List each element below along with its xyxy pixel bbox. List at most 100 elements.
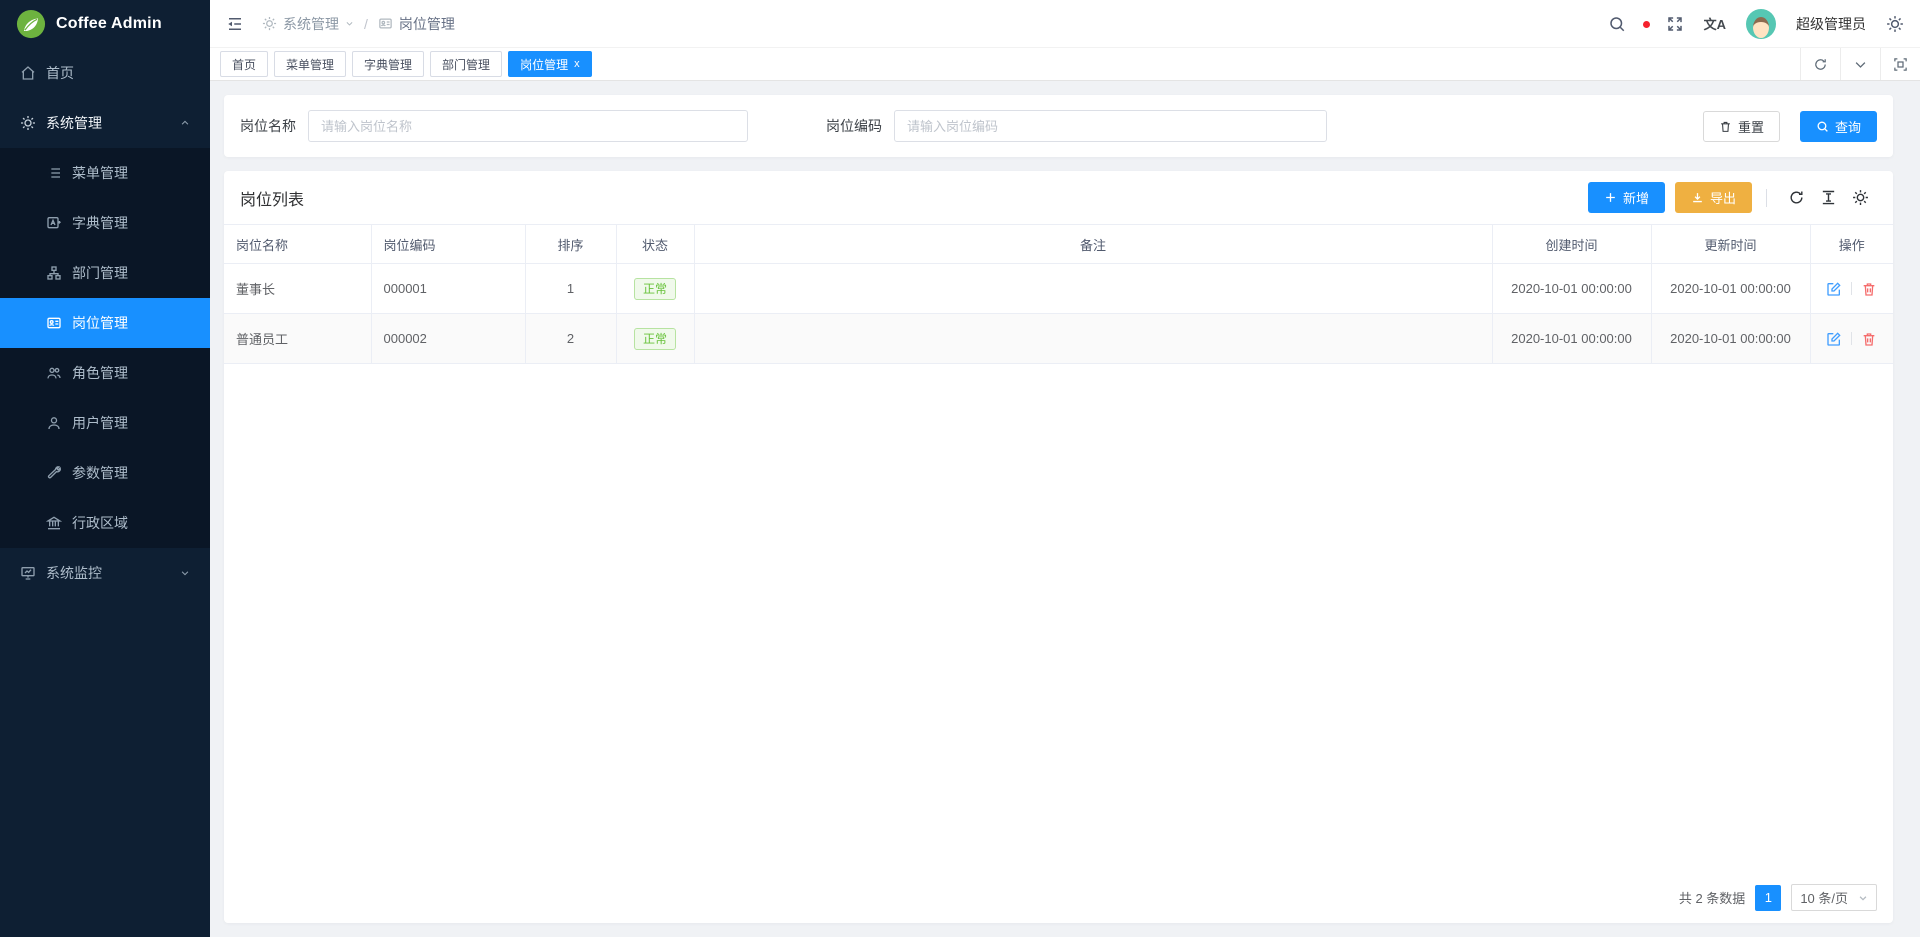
- delete-trash-icon[interactable]: [1861, 281, 1877, 297]
- page-number-button[interactable]: 1: [1755, 885, 1781, 911]
- sidebar-item-dept-mgmt[interactable]: 部门管理: [0, 248, 210, 298]
- col-header-code: 岗位编码: [371, 225, 525, 264]
- sidebar-item-label: 部门管理: [72, 263, 128, 283]
- action-divider: [1851, 332, 1852, 345]
- post-code-input[interactable]: [894, 110, 1327, 142]
- post-list-card: 岗位列表 新增 导出: [224, 171, 1893, 923]
- sidebar-item-home[interactable]: 首页: [0, 48, 210, 98]
- monitor-board-icon: [20, 565, 36, 581]
- sidebar-item-param-mgmt[interactable]: 参数管理: [0, 448, 210, 498]
- tabbar: 首页 菜单管理 字典管理 部门管理 岗位管理 x: [210, 48, 1920, 81]
- export-button[interactable]: 导出: [1675, 182, 1752, 213]
- tab-home[interactable]: 首页: [220, 51, 268, 77]
- add-button[interactable]: 新增: [1588, 182, 1665, 213]
- export-label: 导出: [1710, 188, 1736, 207]
- translate-icon[interactable]: 文A: [1704, 14, 1726, 33]
- status-badge: 正常: [634, 278, 676, 300]
- breadcrumb-separator: /: [364, 16, 368, 32]
- app-logo: Coffee Admin: [0, 0, 210, 48]
- tab-menu-mgmt[interactable]: 菜单管理: [274, 51, 346, 77]
- sidebar: Coffee Admin 首页 系统管理 菜单管理 字典管理: [0, 0, 210, 937]
- cell-actions: [1810, 264, 1893, 314]
- add-label: 新增: [1623, 188, 1649, 207]
- tab-close-icon[interactable]: x: [574, 59, 580, 70]
- topbar: 系统管理 / 岗位管理 文A: [210, 0, 1920, 48]
- tab-label: 岗位管理: [520, 56, 568, 73]
- sidebar-item-label: 用户管理: [72, 413, 128, 433]
- cell-name: 董事长: [224, 264, 371, 314]
- org-chart-icon: [46, 265, 62, 281]
- col-header-created: 创建时间: [1492, 225, 1651, 264]
- cell-actions: [1810, 314, 1893, 364]
- sidebar-item-post-mgmt[interactable]: 岗位管理: [0, 298, 210, 348]
- sidebar-item-label: 系统监控: [46, 563, 102, 583]
- avatar[interactable]: [1746, 9, 1776, 39]
- refresh-icon[interactable]: [1788, 189, 1806, 207]
- sidebar-item-dict-mgmt[interactable]: 字典管理: [0, 198, 210, 248]
- sidebar-item-label: 系统管理: [46, 113, 102, 133]
- reset-button[interactable]: 重置: [1703, 111, 1780, 142]
- sidebar-item-user-mgmt[interactable]: 用户管理: [0, 398, 210, 448]
- fullscreen-icon[interactable]: [1666, 15, 1684, 33]
- table-toolbar: 新增 导出: [1588, 182, 1877, 213]
- sidebar-collapse-icon[interactable]: [226, 15, 244, 33]
- tab-label: 部门管理: [442, 56, 490, 73]
- col-header-name: 岗位名称: [224, 225, 371, 264]
- post-name-input[interactable]: [308, 110, 748, 142]
- tab-label: 菜单管理: [286, 56, 334, 73]
- bank-icon: [46, 515, 62, 531]
- breadcrumb-parent[interactable]: 系统管理: [283, 14, 339, 34]
- home-icon: [20, 65, 36, 81]
- chevron-down-icon: [1858, 893, 1868, 903]
- edit-icon[interactable]: [1826, 281, 1842, 297]
- chevron-down-icon: [345, 19, 354, 28]
- edit-icon[interactable]: [1826, 331, 1842, 347]
- trash-icon: [1719, 120, 1732, 133]
- col-header-remark: 备注: [694, 225, 1492, 264]
- tab-post-mgmt[interactable]: 岗位管理 x: [508, 51, 592, 77]
- gear-icon: [20, 115, 36, 131]
- maximize-view-icon[interactable]: [1880, 48, 1920, 80]
- sidebar-item-region-mgmt[interactable]: 行政区域: [0, 498, 210, 548]
- col-header-status: 状态: [616, 225, 694, 264]
- chevron-down-icon[interactable]: [1840, 48, 1880, 80]
- sidebar-item-label: 字典管理: [72, 213, 128, 233]
- table-row: 普通员工 000002 2 正常 2020-10-01 00:00:00 202…: [224, 314, 1893, 364]
- column-settings-gear-icon[interactable]: [1852, 189, 1870, 207]
- tab-label: 字典管理: [364, 56, 412, 73]
- refresh-icon[interactable]: [1800, 48, 1840, 80]
- table-header-row: 岗位名称 岗位编码 排序 状态 备注 创建时间 更新时间 操作: [224, 225, 1893, 264]
- sidebar-item-label: 参数管理: [72, 463, 128, 483]
- sidebar-item-system[interactable]: 系统管理: [0, 98, 210, 148]
- pagination: 共 2 条数据 1 10 条/页: [224, 872, 1893, 923]
- main-area: 系统管理 / 岗位管理 文A: [210, 0, 1920, 937]
- action-divider: [1851, 282, 1852, 295]
- pagination-total: 共 2 条数据: [1679, 888, 1745, 907]
- page-size-value: 10 条/页: [1800, 888, 1848, 907]
- download-icon: [1691, 191, 1704, 204]
- post-name-field-group: 岗位名称: [240, 110, 748, 142]
- search-button[interactable]: 查询: [1800, 111, 1877, 142]
- page-size-select[interactable]: 10 条/页: [1791, 884, 1877, 911]
- search-icon[interactable]: [1608, 15, 1626, 33]
- delete-trash-icon[interactable]: [1861, 331, 1877, 347]
- sidebar-item-label: 菜单管理: [72, 163, 128, 183]
- sidebar-item-menu-mgmt[interactable]: 菜单管理: [0, 148, 210, 198]
- settings-gear-icon[interactable]: [1886, 15, 1904, 33]
- search-form-card: 岗位名称 岗位编码 重置 查询: [224, 95, 1893, 157]
- tab-dept-mgmt[interactable]: 部门管理: [430, 51, 502, 77]
- cell-created: 2020-10-01 00:00:00: [1492, 264, 1651, 314]
- user-name[interactable]: 超级管理员: [1796, 14, 1866, 34]
- cell-sort: 1: [525, 264, 616, 314]
- sidebar-item-label: 岗位管理: [72, 313, 128, 333]
- tab-dict-mgmt[interactable]: 字典管理: [352, 51, 424, 77]
- wrench-icon: [46, 465, 62, 481]
- sidebar-item-role-mgmt[interactable]: 角色管理: [0, 348, 210, 398]
- app-title: Coffee Admin: [56, 15, 162, 33]
- sidebar-item-monitor[interactable]: 系统监控: [0, 548, 210, 598]
- gear-icon: [262, 16, 277, 31]
- cell-remark: [694, 314, 1492, 364]
- post-code-field-group: 岗位编码: [826, 110, 1327, 142]
- tabbar-actions: [1800, 48, 1920, 80]
- row-height-icon[interactable]: [1820, 189, 1838, 207]
